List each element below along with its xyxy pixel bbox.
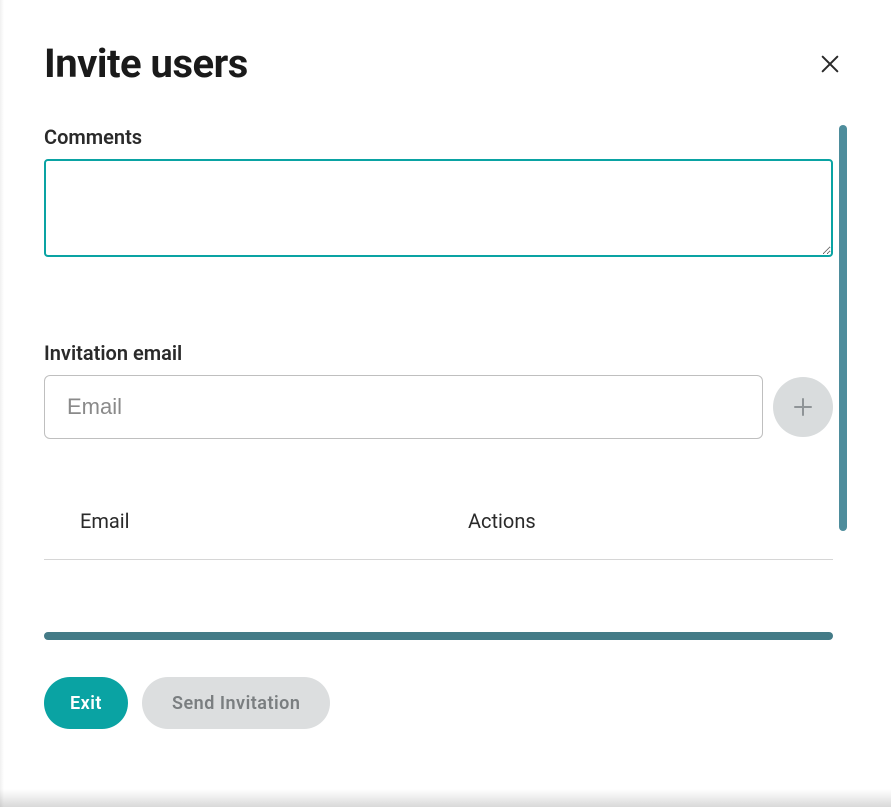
modal-title: Invite users [44,40,248,87]
comments-label: Comments [44,125,833,149]
modal-footer: Exit Send Invitation [44,677,847,729]
invitation-section: Invitation email [44,341,833,439]
invite-users-modal: Invite users Comments Invitation email [0,0,891,807]
modal-body: Comments Invitation email Email Actions [44,125,847,655]
vertical-scrollbar[interactable] [839,125,847,531]
table-header-email: Email [80,509,468,533]
add-email-button[interactable] [773,377,833,437]
plus-icon [791,395,815,419]
exit-button[interactable]: Exit [44,677,128,729]
table-header-row: Email Actions [44,509,833,560]
invitation-email-label: Invitation email [44,341,833,365]
modal-header: Invite users [44,40,847,87]
send-invitation-button[interactable]: Send Invitation [142,677,330,729]
email-input-row [44,375,833,439]
close-icon [819,53,841,75]
email-table: Email Actions [44,509,833,560]
comments-textarea[interactable] [44,159,833,257]
horizontal-scrollbar[interactable] [44,632,833,640]
table-header-actions: Actions [468,509,797,533]
close-button[interactable] [813,47,847,81]
email-input[interactable] [44,375,763,439]
